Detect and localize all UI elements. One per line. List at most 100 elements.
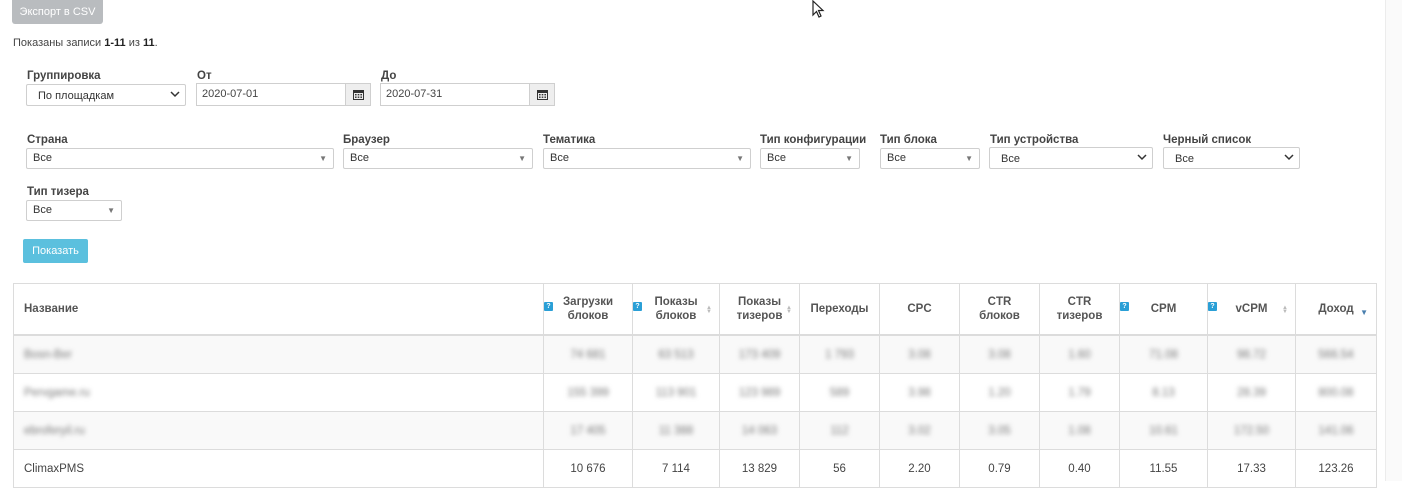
dropdown-arrow-icon: ▼ bbox=[965, 154, 973, 163]
cell-value: 10.61 bbox=[1119, 411, 1208, 450]
cell-value: 8.13 bbox=[1119, 373, 1208, 412]
browser-select[interactable]: Все ▼ bbox=[343, 148, 533, 169]
sort-desc-icon[interactable]: ▼ bbox=[1360, 306, 1368, 320]
help-icon[interactable]: ? bbox=[1120, 302, 1129, 311]
table-header-row: Название ? Загрузки блоков ? Показы блок… bbox=[13, 283, 1377, 336]
column-header-label: CPM bbox=[1150, 303, 1177, 315]
to-calendar-button[interactable] bbox=[529, 83, 555, 106]
cell-value: 7 114 bbox=[632, 449, 720, 488]
blacklist-label: Черный список bbox=[1163, 134, 1252, 146]
show-button[interactable]: Показать bbox=[23, 239, 88, 263]
theme-label: Тематика bbox=[543, 134, 596, 146]
cell-value: 3.98 bbox=[879, 373, 960, 412]
sort-icon[interactable]: ▲ ▼ bbox=[786, 305, 792, 315]
cell-value: 17 405 bbox=[543, 411, 633, 450]
cell-value: 112 bbox=[799, 411, 880, 450]
cell-value: 14 063 bbox=[719, 411, 800, 450]
block-type-label: Тип блока bbox=[880, 134, 937, 146]
column-header-income[interactable]: Доход ▼ bbox=[1295, 283, 1377, 336]
cell-value: 1.79 bbox=[1039, 373, 1120, 412]
help-icon[interactable]: ? bbox=[544, 302, 553, 311]
column-header-ctr-blocks[interactable]: CTR блоков bbox=[959, 283, 1040, 336]
browser-label: Браузер bbox=[343, 134, 390, 146]
column-header-block-loads[interactable]: ? Загрузки блоков bbox=[543, 283, 633, 336]
dropdown-arrow-icon: ▼ bbox=[107, 206, 115, 215]
cell-name[interactable]: ebroferyil.ru bbox=[13, 411, 544, 450]
chevron-down-icon bbox=[1284, 154, 1294, 161]
blacklist-select[interactable]: Все bbox=[1163, 147, 1300, 169]
column-header-label: CPC bbox=[907, 303, 932, 315]
cell-value: 17.33 bbox=[1207, 449, 1296, 488]
dropdown-arrow-icon: ▼ bbox=[845, 154, 853, 163]
cell-value: 63 513 bbox=[632, 334, 720, 374]
sort-icon[interactable]: ▲ ▼ bbox=[1282, 305, 1288, 315]
cell-value: 0.79 bbox=[959, 449, 1040, 488]
export-csv-button[interactable]: Экспорт в CSV bbox=[12, 0, 103, 24]
sort-icon[interactable]: ▲ ▼ bbox=[706, 305, 712, 315]
cell-value: 800.08 bbox=[1295, 373, 1377, 412]
dropdown-arrow-icon: ▼ bbox=[518, 154, 526, 163]
grouping-select[interactable]: По площадкам bbox=[26, 84, 186, 106]
theme-select[interactable]: Все ▼ bbox=[543, 148, 751, 169]
table-row: Bosn-Ber 74 681 63 513 173 409 1 793 3.0… bbox=[13, 334, 1377, 374]
dropdown-arrow-icon: ▼ bbox=[736, 154, 744, 163]
stats-table: Название ? Загрузки блоков ? Показы блок… bbox=[13, 283, 1377, 488]
cell-value: 1.20 bbox=[959, 373, 1040, 412]
teaser-type-select[interactable]: Все ▼ bbox=[26, 200, 122, 221]
cell-name[interactable]: Pervgame.ru bbox=[13, 373, 544, 412]
cell-value: 1.60 bbox=[1039, 334, 1120, 374]
to-date-input[interactable]: 2020-07-31 bbox=[380, 83, 530, 106]
cell-value: 155 399 bbox=[543, 373, 633, 412]
cell-value: 98.72 bbox=[1207, 334, 1296, 374]
cell-value: 3.02 bbox=[879, 411, 960, 450]
grouping-label: Группировка bbox=[27, 70, 101, 82]
cell-value: 1.08 bbox=[1039, 411, 1120, 450]
cell-value: 123.26 bbox=[1295, 449, 1377, 488]
column-header-clicks[interactable]: Переходы bbox=[799, 283, 880, 336]
column-header-teaser-views[interactable]: Показы тизеров ▲ ▼ bbox=[719, 283, 800, 336]
cell-value: 123 989 bbox=[719, 373, 800, 412]
column-header-label: CTR блоков bbox=[979, 296, 1020, 322]
calendar-icon bbox=[352, 90, 364, 100]
cell-value: 0.40 bbox=[1039, 449, 1120, 488]
column-header-cpm[interactable]: ? CPM bbox=[1119, 283, 1208, 336]
cell-value: 589 bbox=[799, 373, 880, 412]
config-type-label: Тип конфигурации bbox=[760, 134, 867, 146]
country-label: Страна bbox=[27, 134, 68, 146]
cell-value: 1 793 bbox=[799, 334, 880, 374]
cell-value: 13 829 bbox=[719, 449, 800, 488]
config-type-select[interactable]: Все ▼ bbox=[760, 148, 860, 169]
column-header-cpc[interactable]: CPC bbox=[879, 283, 960, 336]
country-select[interactable]: Все ▼ bbox=[26, 148, 334, 169]
calendar-icon bbox=[536, 90, 548, 100]
chevron-down-icon bbox=[170, 91, 180, 98]
device-type-label: Тип устройства bbox=[990, 134, 1079, 146]
device-type-select[interactable]: Все bbox=[989, 147, 1153, 169]
cell-name[interactable]: Bosn-Ber bbox=[13, 334, 544, 374]
block-type-select[interactable]: Все ▼ bbox=[880, 148, 980, 169]
column-header-label: Название bbox=[24, 303, 79, 315]
help-icon[interactable]: ? bbox=[1208, 302, 1217, 311]
table-row: Pervgame.ru 155 399 113 901 123 989 589 … bbox=[13, 373, 1377, 412]
column-header-ctr-teasers[interactable]: CTR тизеров bbox=[1039, 283, 1120, 336]
records-summary: Показаны записи 1-11 из 11. bbox=[13, 37, 158, 49]
from-date-input[interactable]: 2020-07-01 bbox=[196, 83, 346, 106]
column-header-vcpm[interactable]: ? vCPM ▲ ▼ bbox=[1207, 283, 1296, 336]
column-header-label: Показы блоков bbox=[654, 296, 698, 322]
cell-value: 11.55 bbox=[1119, 449, 1208, 488]
cell-value: 71.08 bbox=[1119, 334, 1208, 374]
cell-value: 141.06 bbox=[1295, 411, 1377, 450]
teaser-type-label: Тип тизера bbox=[27, 186, 89, 198]
column-header-label: Переходы bbox=[810, 303, 869, 315]
vertical-scrollbar[interactable] bbox=[1385, 0, 1402, 481]
cell-value: 172.50 bbox=[1207, 411, 1296, 450]
column-header-block-views[interactable]: ? Показы блоков ▲ ▼ bbox=[632, 283, 720, 336]
column-header-name[interactable]: Название bbox=[13, 283, 544, 336]
cell-name[interactable]: ClimaxPMS bbox=[13, 449, 544, 488]
cell-value: 3.08 bbox=[879, 334, 960, 374]
cell-value: 56 bbox=[799, 449, 880, 488]
help-icon[interactable]: ? bbox=[633, 302, 642, 311]
column-header-label: vCPM bbox=[1235, 303, 1268, 315]
cell-value: 10 676 bbox=[543, 449, 633, 488]
from-calendar-button[interactable] bbox=[345, 83, 371, 106]
